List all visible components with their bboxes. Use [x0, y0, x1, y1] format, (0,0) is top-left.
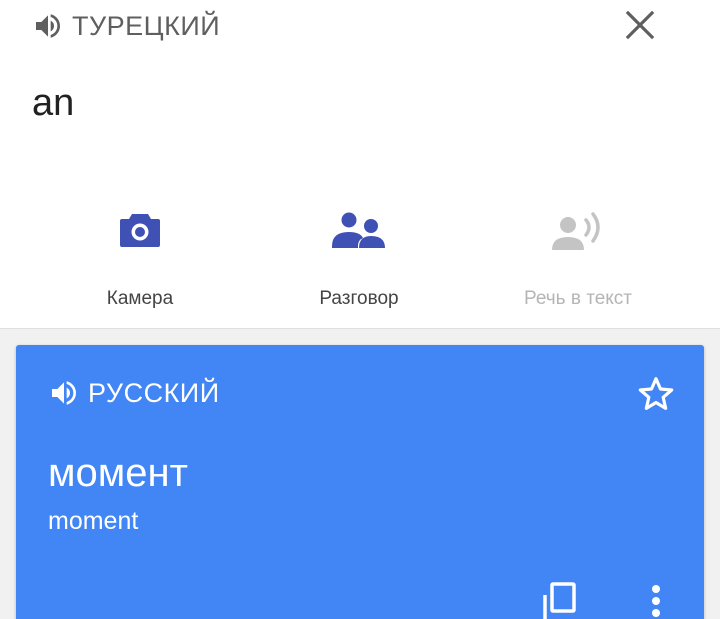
camera-tool-label: Камера [106, 288, 174, 309]
source-language-label: ТУРЕЦКИЙ [72, 10, 221, 41]
conversation-tool-label: Разговор [319, 288, 399, 309]
close-button[interactable] [618, 5, 662, 45]
target-language-listen-button[interactable]: РУССКИЙ [48, 375, 220, 411]
speech-to-text-tool-button[interactable]: Речь в текст [478, 200, 678, 320]
transliteration-text: moment [48, 507, 139, 535]
source-panel: ТУРЕЦКИЙ an Камера Разговор Речь в текст [0, 0, 720, 329]
speech-to-text-tool-label: Речь в текст [523, 288, 632, 309]
more-options-button[interactable] [638, 581, 674, 619]
target-language-label: РУССКИЙ [88, 377, 220, 408]
conversation-tool-button[interactable]: Разговор [259, 200, 459, 320]
translate-screen: ТУРЕЦКИЙ an Камера Разговор Речь в текст… [0, 0, 720, 619]
input-tools-row: Камера Разговор Речь в текст [0, 200, 720, 320]
speech-to-text-icon [552, 212, 600, 250]
more-vert-icon [652, 585, 660, 617]
save-phrase-button[interactable] [632, 371, 680, 417]
speaker-icon [36, 14, 60, 38]
speaker-icon [52, 381, 76, 405]
translation-result-card[interactable]: РУССКИЙ момент moment [16, 345, 704, 619]
source-language-listen-button[interactable]: ТУРЕЦКИЙ [32, 8, 220, 44]
camera-icon [120, 214, 160, 247]
source-text-input[interactable]: an [32, 82, 74, 125]
copy-icon [543, 582, 576, 619]
conversation-icon [332, 212, 385, 248]
star-icon [638, 377, 674, 410]
translation-text: момент [48, 451, 188, 495]
camera-tool-button[interactable]: Камера [40, 200, 240, 320]
copy-button[interactable] [538, 581, 582, 619]
close-icon [625, 10, 655, 40]
